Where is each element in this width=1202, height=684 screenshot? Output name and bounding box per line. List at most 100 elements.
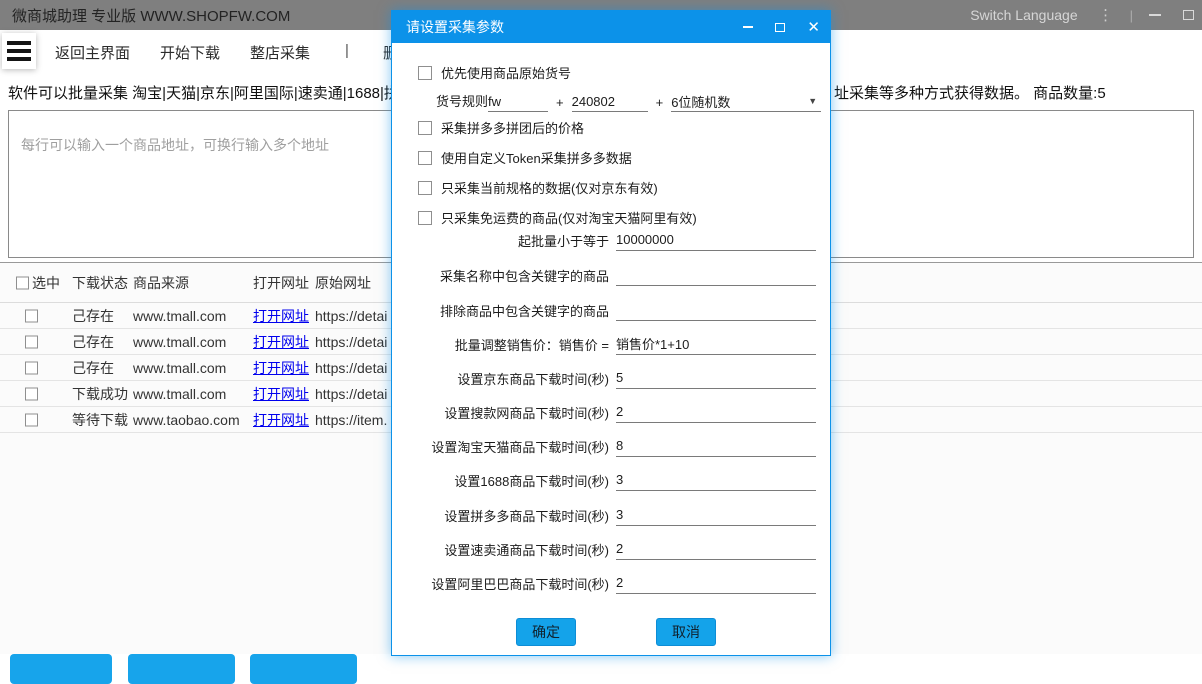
sku-rule-row: 货号规则 + + 6位随机数 ▼ <box>436 91 821 112</box>
dialog-maximize-icon[interactable] <box>775 23 785 32</box>
plus-sign: + <box>656 95 664 112</box>
maximize-icon[interactable] <box>1183 10 1194 20</box>
cell-source: www.taobao.com <box>133 412 240 428</box>
checkbox[interactable] <box>418 211 432 225</box>
bottom-button-3[interactable] <box>250 654 357 684</box>
bottom-button-2[interactable] <box>128 654 235 684</box>
field-label: 起批量小于等于 <box>392 231 609 250</box>
col-header-status: 下载状态 <box>72 273 128 293</box>
row-checkbox[interactable] <box>25 361 38 374</box>
checkbox-row-free-shipping[interactable]: 只采集免运费的商品(仅对淘宝天猫阿里有效) <box>418 208 697 227</box>
field-row-min-batch: 起批量小于等于 <box>392 227 832 257</box>
cell-url: https://detai <box>315 308 387 324</box>
open-url-link[interactable]: 打开网址 <box>253 384 309 404</box>
field-label: 设置1688商品下载时间(秒) <box>392 471 609 490</box>
cell-url: https://detai <box>315 386 387 402</box>
row-checkbox[interactable] <box>25 387 38 400</box>
sku-random-dropdown[interactable]: 6位随机数 ▼ <box>671 92 821 112</box>
min-batch-input[interactable] <box>616 229 816 251</box>
checkbox-label: 采集拼多多拼团后的价格 <box>441 118 584 137</box>
more-menu-icon[interactable]: ⋮ <box>1096 6 1116 24</box>
field-row-taobao-delay: 设置淘宝天猫商品下载时间(秒) <box>392 433 832 463</box>
alibaba-delay-input[interactable] <box>616 572 816 594</box>
info-text-left: 软件可以批量采集 淘宝|天猫|京东|阿里国际|速卖通|1688|拼 <box>8 82 399 103</box>
dialog-titlebar: 请设置采集参数 ✕ <box>392 11 830 43</box>
sku-prefix-input[interactable] <box>488 92 548 112</box>
checkbox-row-custom-token[interactable]: 使用自定义Token采集拼多多数据 <box>418 148 632 167</box>
col-header-source: 商品来源 <box>133 273 189 293</box>
open-url-link[interactable]: 打开网址 <box>253 306 309 326</box>
dialog-close-icon[interactable]: ✕ <box>807 20 820 35</box>
checkbox[interactable] <box>418 66 432 80</box>
cell-status: 己存在 <box>72 358 114 378</box>
include-keyword-input[interactable] <box>616 264 816 286</box>
alibaba1688-delay-input[interactable] <box>616 469 816 491</box>
window-title: 微商城助理 专业版 WWW.SHOPFW.COM <box>12 5 290 26</box>
collect-settings-dialog: 请设置采集参数 ✕ 优先使用商品原始货号 货号规则 + + 6位随机数 ▼ 采集… <box>391 10 831 656</box>
checkbox-row-original-sku[interactable]: 优先使用商品原始货号 <box>418 63 571 82</box>
toolbar-item-back[interactable]: 返回主界面 <box>55 42 130 63</box>
toolbar-item-shop-collect[interactable]: 整店采集 <box>250 42 310 63</box>
hamburger-menu-icon[interactable] <box>2 33 36 69</box>
aliexpress-delay-input[interactable] <box>616 538 816 560</box>
cell-source: www.tmall.com <box>133 334 226 350</box>
cancel-button[interactable]: 取消 <box>656 618 716 646</box>
toolbar-item-download[interactable]: 开始下载 <box>160 42 220 63</box>
cell-source: www.tmall.com <box>133 386 226 402</box>
checkbox-row-pdd-group-price[interactable]: 采集拼多多拼团后的价格 <box>418 118 584 137</box>
checkbox[interactable] <box>418 151 432 165</box>
field-row-1688-delay: 设置1688商品下载时间(秒) <box>392 467 832 497</box>
field-row-exclude-keyword: 排除商品中包含关键字的商品 <box>392 297 832 327</box>
col-header-selected: 选中 <box>32 273 60 293</box>
row-checkbox[interactable] <box>25 413 38 426</box>
field-label: 设置拼多多商品下载时间(秒) <box>392 506 609 525</box>
soukuan-delay-input[interactable] <box>616 401 816 423</box>
open-url-link[interactable]: 打开网址 <box>253 332 309 352</box>
cell-url: https://detai <box>315 334 387 350</box>
checkbox[interactable] <box>418 181 432 195</box>
field-label: 设置阿里巴巴商品下载时间(秒) <box>392 574 609 593</box>
ok-button[interactable]: 确定 <box>516 618 576 646</box>
dialog-minimize-icon[interactable] <box>743 26 753 28</box>
cell-status: 己存在 <box>72 306 114 326</box>
jd-delay-input[interactable] <box>616 367 816 389</box>
price-formula-input[interactable] <box>616 333 816 355</box>
checkbox-row-current-spec[interactable]: 只采集当前规格的数据(仅对京东有效) <box>418 178 658 197</box>
cell-url: https://detai <box>315 360 387 376</box>
dropdown-arrow-icon: ▼ <box>808 96 817 106</box>
field-row-alibaba-delay: 设置阿里巴巴商品下载时间(秒) <box>392 570 832 600</box>
row-checkbox[interactable] <box>25 309 38 322</box>
checkbox-label: 只采集当前规格的数据(仅对京东有效) <box>441 178 658 197</box>
field-label: 批量调整销售价：销售价 = <box>392 335 609 354</box>
field-row-price-formula: 批量调整销售价：销售价 = <box>392 331 832 361</box>
dropdown-value: 6位随机数 <box>671 95 730 110</box>
switch-language-button[interactable]: Switch Language <box>970 7 1077 23</box>
cell-status: 己存在 <box>72 332 114 352</box>
plus-sign: + <box>556 95 564 112</box>
open-url-link[interactable]: 打开网址 <box>253 410 309 430</box>
info-text-right: 址采集等多种方式获得数据。 商品数量:5 <box>834 82 1106 103</box>
dialog-title: 请设置采集参数 <box>406 17 504 37</box>
field-row-jd-delay: 设置京东商品下载时间(秒) <box>392 365 832 395</box>
field-label: 采集名称中包含关键字的商品 <box>392 266 609 285</box>
checkbox[interactable] <box>418 121 432 135</box>
field-row-soukuan-delay: 设置搜款网商品下载时间(秒) <box>392 399 832 429</box>
toolbar-divider: | <box>345 42 349 59</box>
open-url-link[interactable]: 打开网址 <box>253 358 309 378</box>
field-row-aliexpress-delay: 设置速卖通商品下载时间(秒) <box>392 536 832 566</box>
exclude-keyword-input[interactable] <box>616 299 816 321</box>
bottom-button-1[interactable] <box>10 654 112 684</box>
cell-status: 等待下载 <box>72 410 128 430</box>
select-all-checkbox[interactable] <box>16 276 29 289</box>
field-label: 排除商品中包含关键字的商品 <box>392 301 609 320</box>
checkbox-label: 使用自定义Token采集拼多多数据 <box>441 148 632 167</box>
row-checkbox[interactable] <box>25 335 38 348</box>
cell-status: 下载成功 <box>72 384 128 404</box>
field-label: 设置搜款网商品下载时间(秒) <box>392 403 609 422</box>
checkbox-label: 只采集免运费的商品(仅对淘宝天猫阿里有效) <box>441 208 697 227</box>
minimize-icon[interactable] <box>1149 14 1161 16</box>
sku-date-input[interactable] <box>572 92 648 112</box>
taobao-delay-input[interactable] <box>616 435 816 457</box>
sku-rule-label: 货号规则 <box>436 91 488 112</box>
pdd-delay-input[interactable] <box>616 504 816 526</box>
